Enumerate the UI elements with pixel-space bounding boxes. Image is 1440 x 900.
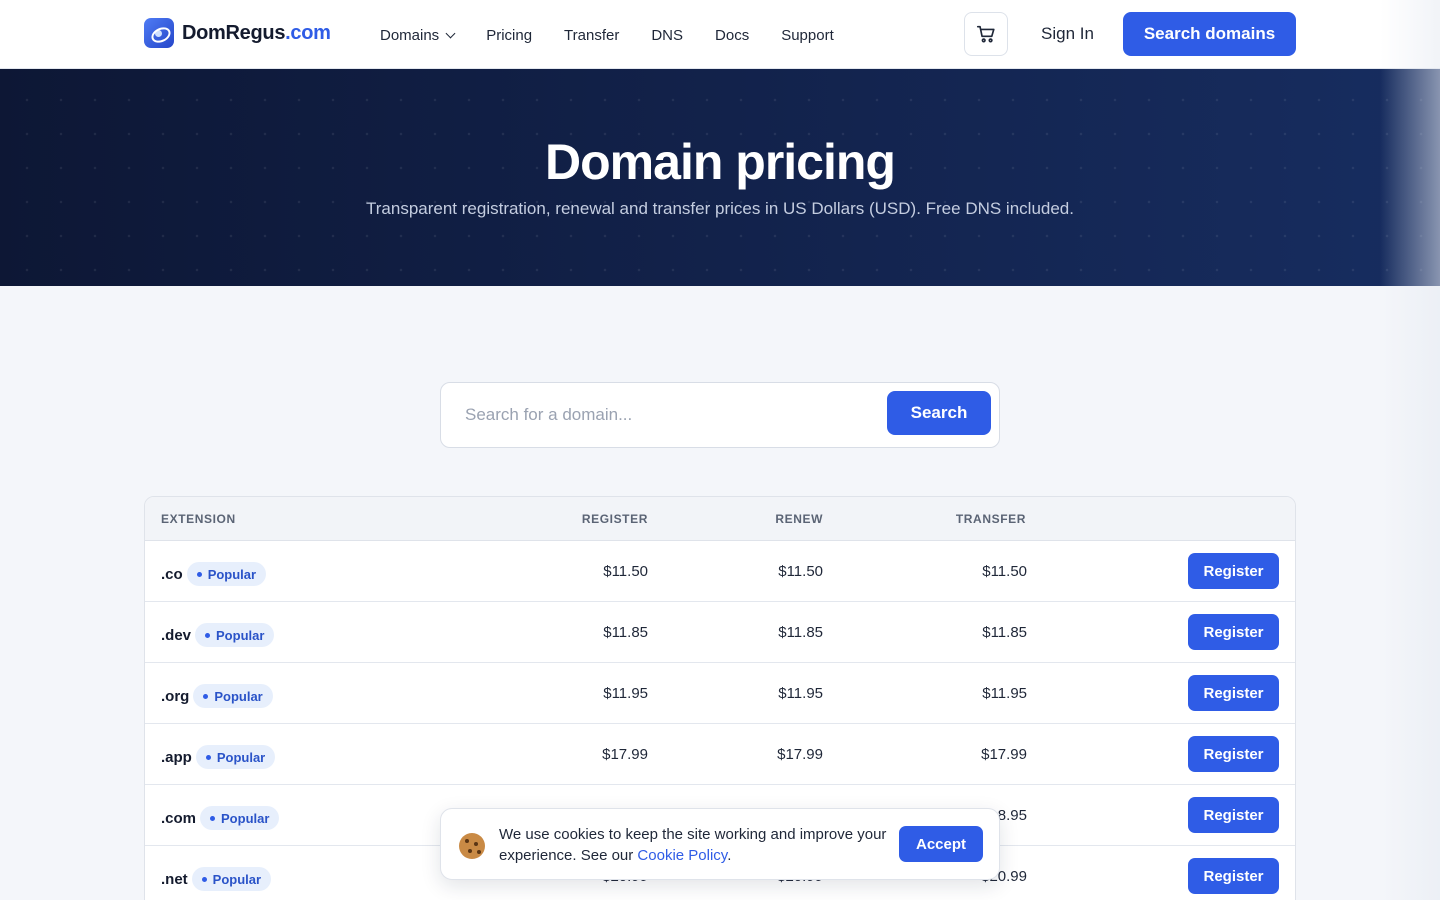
column-header-renew: RENEW — [775, 512, 823, 526]
accept-cookies-button[interactable]: Accept — [899, 826, 983, 862]
cookie-icon — [459, 833, 485, 859]
renew-price: $11.95 — [778, 685, 823, 702]
register-price: $11.95 — [603, 685, 648, 702]
hero-section: Domain pricing Transparent registration,… — [0, 69, 1440, 286]
table-header: EXTENSION REGISTER RENEW TRANSFER — [145, 497, 1295, 541]
site-header: DomRegus.com Domains Pricing Transfer DN… — [0, 0, 1440, 69]
extension-name: .co — [161, 565, 183, 583]
domain-search-input[interactable] — [465, 403, 875, 427]
nav-pricing-label: Pricing — [486, 26, 533, 44]
cookie-policy-link[interactable]: Cookie Policy — [637, 847, 727, 864]
main-nav: Domains Pricing Transfer DNS Docs Suppor… — [380, 25, 866, 45]
badge-label: Popular — [214, 688, 263, 704]
extension-name: .com — [161, 809, 197, 827]
nav-docs[interactable]: Docs — [715, 25, 749, 45]
extension-name: .app — [161, 748, 192, 766]
register-button[interactable]: Register — [1188, 858, 1279, 894]
transfer-price: $17.99 — [981, 746, 1027, 763]
table-row: .app Popular $17.99 $17.99 $17.99 Registe… — [145, 724, 1295, 785]
nav-docs-label: Docs — [715, 26, 750, 44]
extension-cell: .net Popular — [161, 867, 272, 891]
register-button[interactable]: Register — [1188, 614, 1279, 650]
extension-cell: .org Popular — [161, 684, 273, 708]
search-button[interactable]: Search — [887, 391, 991, 435]
cookie-message: We use cookies to keep the site working … — [499, 824, 889, 866]
table-row: .dev Popular $11.85 $11.85 $11.85 Registe… — [145, 602, 1295, 663]
transfer-price: $11.85 — [982, 624, 1027, 641]
extension-name: .org — [161, 687, 190, 705]
dot-icon — [210, 815, 216, 821]
register-button[interactable]: Register — [1188, 553, 1279, 589]
nav-dns[interactable]: DNS — [651, 25, 683, 45]
nav-support-label: Support — [781, 26, 834, 44]
badge-label: Popular — [216, 627, 265, 643]
cookie-banner: We use cookies to keep the site working … — [440, 808, 1000, 880]
logo-tld: .com — [285, 21, 331, 44]
register-price: $17.99 — [602, 746, 648, 763]
renew-price: $17.99 — [777, 746, 823, 763]
nav-pricing[interactable]: Pricing — [486, 25, 532, 45]
logo-icon — [144, 18, 174, 48]
chevron-down-icon — [445, 28, 456, 38]
extension-cell: .app Popular — [161, 745, 276, 769]
badge-label: Popular — [221, 810, 270, 826]
nav-support[interactable]: Support — [781, 25, 834, 45]
table-row: .co Popular $11.50 $11.50 $11.50 Register — [145, 541, 1295, 602]
column-header-extension: EXTENSION — [161, 512, 236, 526]
page-subtitle: Transparent registration, renewal and tr… — [366, 199, 1074, 218]
column-header-register: REGISTER — [581, 512, 648, 526]
extension-cell: .com Popular — [161, 806, 280, 830]
logo-name: DomRegus — [182, 21, 286, 44]
cookie-text-end: . — [727, 847, 732, 864]
nav-dns-label: DNS — [651, 26, 684, 44]
cart-icon — [976, 25, 995, 43]
transfer-price: $11.95 — [982, 685, 1027, 702]
nav-domains[interactable]: Domains — [380, 25, 456, 45]
table-row: .org Popular $11.95 $11.95 $11.95 Registe… — [145, 663, 1295, 724]
nav-transfer-label: Transfer — [564, 26, 620, 44]
register-price: $11.85 — [603, 624, 648, 641]
badge-label: Popular — [212, 871, 262, 887]
renew-price: $11.50 — [778, 563, 823, 580]
column-header-transfer: TRANSFER — [955, 512, 1026, 526]
page-title: Domain pricing — [545, 134, 896, 190]
badge-label: Popular — [216, 749, 266, 765]
extension-cell: .dev Popular — [161, 623, 275, 647]
nav-domains-label: Domains — [380, 26, 440, 44]
extension-name: .dev — [161, 626, 192, 644]
domain-search-box: Search — [440, 382, 1000, 448]
register-button[interactable]: Register — [1188, 797, 1279, 833]
dot-icon — [203, 693, 209, 699]
sign-in-link[interactable]: Sign In — [1041, 24, 1094, 44]
logo-text: DomRegus.com — [182, 22, 331, 45]
dot-icon — [205, 632, 211, 638]
search-domains-button[interactable]: Search domains — [1123, 12, 1296, 56]
extension-name: .net — [161, 870, 188, 888]
popular-badge: Popular — [186, 562, 267, 586]
dot-icon — [201, 876, 207, 882]
popular-badge: Popular — [195, 623, 275, 647]
dot-icon — [205, 754, 211, 760]
popular-badge: Popular — [193, 684, 273, 708]
register-button[interactable]: Register — [1188, 736, 1279, 772]
register-price: $11.50 — [603, 563, 648, 580]
dot-icon — [196, 571, 202, 577]
extension-cell: .co Popular — [161, 562, 267, 586]
nav-transfer[interactable]: Transfer — [564, 25, 619, 45]
popular-badge: Popular — [191, 867, 272, 891]
renew-price: $11.85 — [778, 624, 823, 641]
popular-badge: Popular — [200, 806, 280, 830]
popular-badge: Popular — [195, 745, 276, 769]
transfer-price: $11.50 — [982, 563, 1027, 580]
logo[interactable]: DomRegus.com — [144, 18, 331, 48]
register-button[interactable]: Register — [1188, 675, 1279, 711]
badge-label: Popular — [207, 566, 257, 582]
cart-button[interactable] — [964, 12, 1008, 56]
